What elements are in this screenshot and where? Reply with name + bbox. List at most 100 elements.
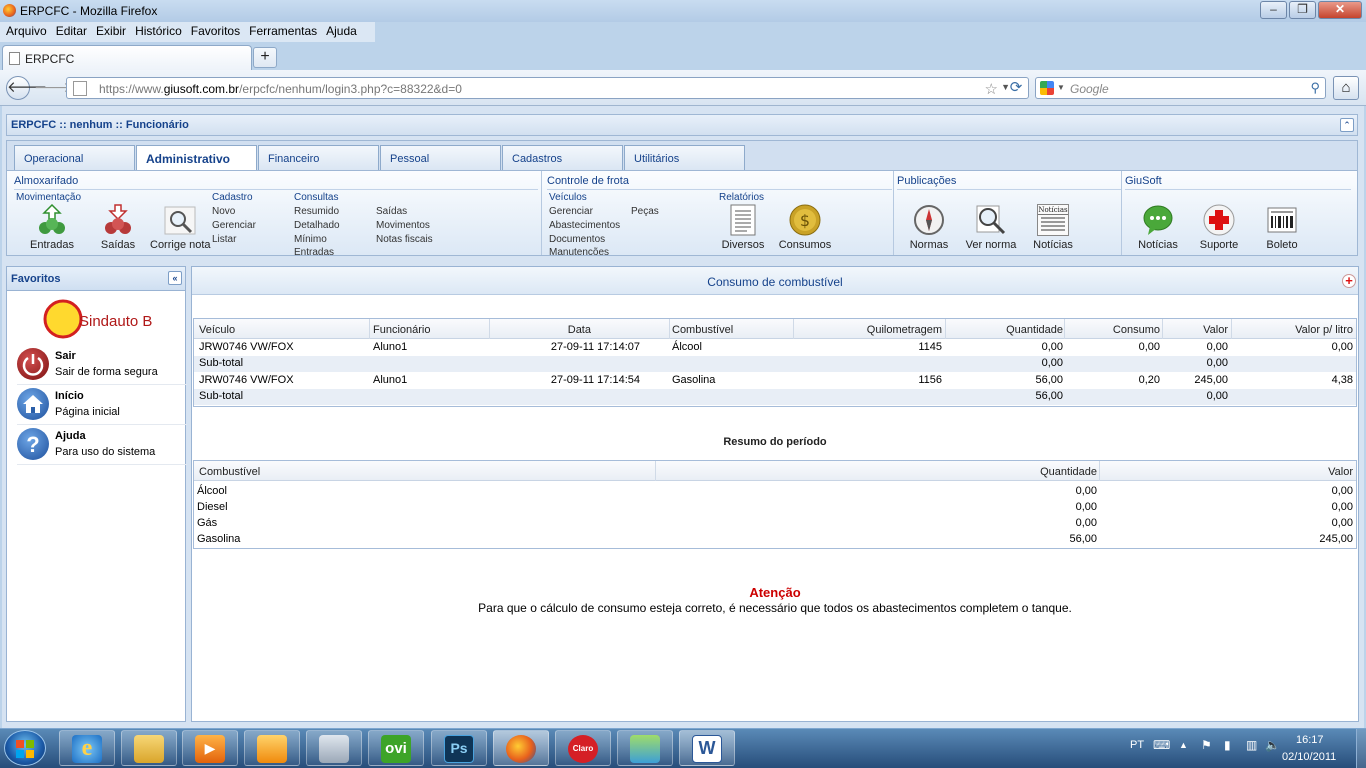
keyboard-icon[interactable]: ⌨ [1153, 738, 1170, 752]
clock-time[interactable]: 16:17 [1296, 734, 1324, 746]
col-quantidade[interactable]: Quantidade [656, 466, 1097, 478]
frota-documentos-link[interactable]: Documentos [549, 234, 605, 245]
consumos-button[interactable]: $ Consumos [778, 204, 832, 251]
boleto-button[interactable]: Boleto [1262, 204, 1302, 251]
menu-historico[interactable]: Histórico [129, 22, 185, 38]
fav-sair[interactable]: Sair Sair de forma segura [17, 345, 187, 385]
google-icon [1040, 81, 1054, 95]
bookmark-star-icon[interactable]: ☆ [985, 80, 998, 98]
col-data[interactable]: Data [489, 324, 668, 336]
col-quantidade[interactable]: Quantidade [946, 324, 1063, 336]
entradas-button[interactable]: Entradas [26, 203, 78, 251]
frota-pecas-link[interactable]: Peças [631, 206, 659, 217]
collapse-left-icon[interactable]: « [168, 271, 182, 285]
search-input[interactable]: ▼ Google ⚲ [1035, 77, 1326, 99]
tab-pessoal[interactable]: Pessoal [380, 145, 501, 170]
tab-utilitarios[interactable]: Utilitários [624, 145, 745, 170]
col-quilometragem[interactable]: Quilometragem [794, 324, 942, 336]
consulta-detalhado-link[interactable]: Detalhado [294, 220, 340, 231]
consulta-notas-link[interactable]: Notas fiscais [376, 234, 433, 245]
taskbar-ie[interactable]: e [59, 730, 115, 766]
taskbar-claro[interactable]: Claro [555, 730, 611, 766]
magnifier-icon [164, 204, 196, 236]
menu-favoritos[interactable]: Favoritos [185, 22, 243, 38]
col-valor[interactable]: Valor [1163, 324, 1228, 336]
noticias-giusoft-button[interactable]: Notícias [1136, 204, 1180, 251]
tab-operacional[interactable]: Operacional [14, 145, 135, 170]
flag-icon[interactable]: ⚑ [1201, 738, 1212, 752]
menu-ajuda[interactable]: Ajuda [320, 22, 360, 38]
col-consumo[interactable]: Consumo [1065, 324, 1160, 336]
tab-cadastros[interactable]: Cadastros [502, 145, 623, 170]
taskbar-media[interactable]: ▶ [182, 730, 238, 766]
taskbar-word[interactable]: W [679, 730, 735, 766]
language-indicator[interactable]: PT [1130, 739, 1144, 751]
back-button[interactable]: 🡐 [6, 76, 47, 100]
col-valor[interactable]: Valor [1100, 466, 1353, 478]
frota-gerenciar-link[interactable]: Gerenciar [549, 206, 593, 217]
col-combustivel[interactable]: Combustível [672, 324, 733, 336]
taskbar-outlook[interactable] [244, 730, 300, 766]
new-tab-button[interactable]: + [253, 47, 277, 68]
consulta-resumido-link[interactable]: Resumido [294, 206, 339, 217]
group-title: Controle de frota [547, 175, 892, 190]
consulta-saidas-link[interactable]: Saídas [376, 206, 407, 217]
browser-tab[interactable]: ERPCFC [2, 45, 252, 70]
menu-exibir[interactable]: Exibir [90, 22, 129, 38]
consulta-minimo-link[interactable]: Mínimo [294, 234, 327, 245]
forward-button[interactable]: 🡒 [34, 79, 72, 97]
taskbar-calculator[interactable] [306, 730, 362, 766]
consulta-entradas-link[interactable]: Entradas [294, 247, 334, 255]
taskbar-photoshop[interactable]: Ps [431, 730, 487, 766]
clock-date[interactable]: 02/10/2011 [1282, 751, 1336, 763]
tab-financeiro[interactable]: Financeiro [258, 145, 379, 170]
fav-ajuda[interactable]: ? Ajuda Para uso do sistema [17, 425, 187, 465]
menu-editar[interactable]: Editar [50, 22, 90, 38]
url-bar[interactable]: https://www.giusoft.com.br/erpcfc/nenhum… [66, 77, 1029, 99]
menu-arquivo[interactable]: Arquivo [0, 22, 50, 38]
tab-administrativo[interactable]: Administrativo [136, 145, 257, 171]
corrige-nota-button[interactable]: Corrige nota [150, 204, 211, 251]
reload-icon[interactable]: ⟳ [1006, 78, 1026, 98]
navigation-bar: 🡐 🡒 https://www.giusoft.com.br/erpcfc/ne… [0, 70, 1366, 106]
taskbar-firefox[interactable] [493, 730, 549, 766]
fav-inicio[interactable]: Início Página inicial [17, 385, 187, 425]
volume-icon[interactable]: 🔈 [1265, 738, 1280, 752]
search-icon[interactable]: ⚲ [1310, 80, 1320, 96]
taskbar-explorer[interactable] [121, 730, 177, 766]
almox-gerenciar-link[interactable]: Gerenciar [212, 220, 256, 231]
almox-novo-link[interactable]: Novo [212, 206, 235, 217]
chevron-up-icon[interactable]: ▲ [1179, 740, 1188, 750]
maximize-button[interactable]: ❐ [1289, 1, 1316, 19]
table-cell: Aluno1 [373, 374, 408, 386]
col-valor-litro[interactable]: Valor p/ litro [1232, 324, 1353, 336]
network-icon[interactable]: ▥ [1246, 738, 1257, 752]
col-combustivel[interactable]: Combustível [199, 466, 260, 478]
taskbar-ovi[interactable]: ovi [368, 730, 424, 766]
consulta-movimentos-link[interactable]: Movimentos [376, 220, 430, 231]
battery-icon[interactable]: ▮ [1224, 738, 1231, 752]
col-funcionario[interactable]: Funcionário [373, 324, 430, 336]
frota-abastecimentos-link[interactable]: Abastecimentos [549, 220, 620, 231]
diversos-button[interactable]: Diversos [720, 204, 766, 251]
taskbar-messenger[interactable] [617, 730, 673, 766]
normas-button[interactable]: Normas [908, 204, 950, 251]
firefox-icon [506, 735, 536, 763]
start-button[interactable] [4, 730, 46, 766]
home-button[interactable]: ⌂ [1333, 76, 1359, 100]
frota-manutencoes-link[interactable]: Manutenções [549, 247, 609, 255]
saidas-button[interactable]: Saídas [96, 204, 140, 251]
close-window-button[interactable]: ✕ [1318, 1, 1362, 19]
ver-norma-button[interactable]: Ver norma [964, 204, 1018, 251]
show-desktop-button[interactable] [1356, 729, 1366, 768]
minimize-button[interactable]: – [1260, 1, 1287, 19]
collapse-icon[interactable]: ⌃ [1340, 118, 1354, 132]
almox-listar-link[interactable]: Listar [212, 234, 236, 245]
table-cell: 245,00 [1194, 374, 1228, 386]
support-cross-icon[interactable]: + [1342, 274, 1356, 288]
subtotal-cell: 0,00 [1206, 390, 1228, 402]
suporte-button[interactable]: Suporte [1198, 204, 1240, 251]
noticias-pub-button[interactable]: Notícias Notícias [1030, 204, 1076, 251]
menu-ferramentas[interactable]: Ferramentas [243, 22, 320, 38]
col-veiculo[interactable]: Veículo [199, 324, 235, 336]
